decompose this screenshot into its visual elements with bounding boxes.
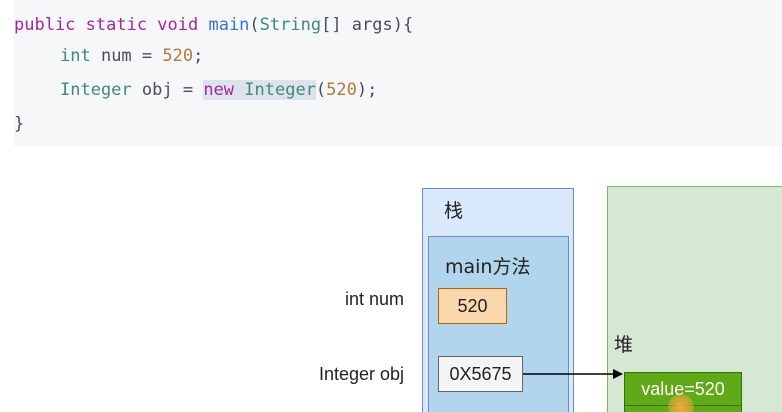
code-semicolon: ; <box>193 46 204 66</box>
code-selection-highlight[interactable]: new Integer <box>203 80 316 100</box>
code-brace: } <box>14 114 25 134</box>
code-keywords: public static void <box>14 15 209 35</box>
code-line-1: public static void main(String[] args){ <box>14 12 413 38</box>
code-line-3: Integer obj = new Integer(520); <box>60 77 377 103</box>
code-method-name: main <box>208 15 250 35</box>
code-line-4: } <box>14 111 24 137</box>
code-text: num = <box>90 46 163 66</box>
code-text: obj = <box>131 80 204 100</box>
code-paren: ( <box>249 15 260 35</box>
code-number: 520 <box>162 46 194 66</box>
code-paren: ( <box>315 80 327 100</box>
code-args: [] args){ <box>321 15 414 35</box>
code-close: ); <box>356 80 378 100</box>
int-num-label: int num <box>344 289 404 309</box>
code-number: 520 <box>326 80 357 100</box>
code-type: Integer <box>60 80 132 100</box>
integer-obj-label: Integer obj <box>318 364 404 384</box>
code-type: Integer <box>244 80 316 100</box>
integer-obj-cell: 0X5675 <box>438 356 523 392</box>
code-keyword-new: new <box>203 80 245 100</box>
int-num-cell: 520 <box>438 288 507 324</box>
heap-title: 堆 <box>614 334 634 356</box>
code-type: String <box>259 15 322 35</box>
code-line-2: int num = 520; <box>60 43 203 69</box>
stack-title: 栈 <box>444 200 464 222</box>
code-type: int <box>60 46 91 66</box>
frame-title: main方法 <box>445 256 531 278</box>
